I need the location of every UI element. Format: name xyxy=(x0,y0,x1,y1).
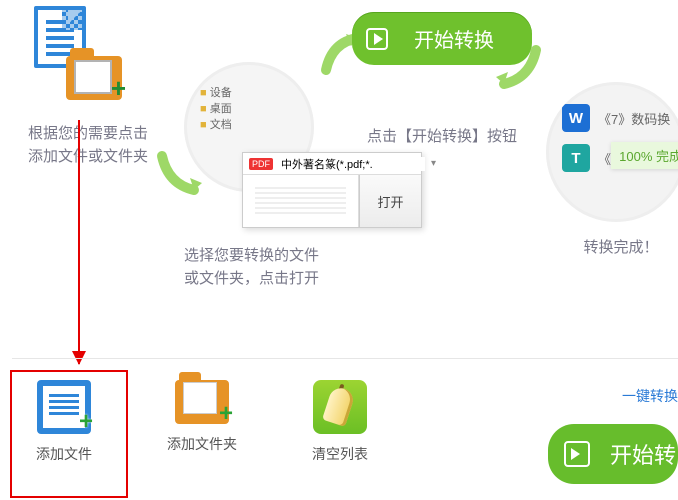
open-dialog: PDF ▾ 打开 xyxy=(242,152,422,228)
clear-list-label: 清空列表 xyxy=(296,444,384,464)
one-key-convert-link[interactable]: 一键转换 xyxy=(548,386,678,406)
start-convert-button[interactable]: 开始转 xyxy=(548,424,678,484)
add-folder-icon: + xyxy=(175,380,229,424)
pdf-icon: PDF xyxy=(249,158,273,170)
step-2-caption: 选择您要转换的文件 或文件夹，点击打开 xyxy=(184,244,348,291)
text-icon: T xyxy=(562,144,590,172)
step-1-caption: 根据您的需要点击 添加文件或文件夹 xyxy=(28,122,168,169)
result-preview: W 《7》数码换 T 《7》 100% 完成 xyxy=(546,82,678,222)
start-convert-label: 开始转 xyxy=(610,443,676,468)
step-4: W 《7》数码换 T 《7》 100% 完成 转换完成！ xyxy=(546,82,678,259)
step-2: 设备桌面文档 PDF ▾ 打开 选择您要转换的文件 或文件夹，点击打开 xyxy=(184,62,348,291)
arrow-icon xyxy=(496,44,542,90)
open-button[interactable]: 打开 xyxy=(359,175,421,227)
add-folder-label: 添加文件夹 xyxy=(158,434,246,454)
add-folder-button[interactable]: + 添加文件夹 xyxy=(158,380,246,454)
clear-list-button[interactable]: 清空列表 xyxy=(296,380,384,464)
add-file-label: 添加文件 xyxy=(20,444,108,464)
broom-icon xyxy=(313,380,367,434)
filename-field[interactable] xyxy=(279,157,425,171)
progress-tag: 100% 完成 xyxy=(611,142,678,169)
doc-file-icon: + + xyxy=(28,6,102,88)
add-file-icon: + xyxy=(37,380,91,434)
folder-icon: + xyxy=(66,56,122,100)
bottom-toolbar: + 添加文件 + 添加文件夹 清空列表 一键转换 开始转 xyxy=(0,380,678,484)
play-icon xyxy=(366,28,388,50)
divider xyxy=(12,358,678,359)
red-arrow-indicator xyxy=(78,120,80,364)
step-1: + + 根据您的需要点击 添加文件或文件夹 xyxy=(28,6,168,169)
step-4-caption: 转换完成！ xyxy=(546,236,678,259)
start-convert-label: 开始转换 xyxy=(414,30,494,52)
word-icon: W xyxy=(562,104,590,132)
add-file-button[interactable]: + 添加文件 xyxy=(20,380,108,464)
result-file-1: 《7》数码换 xyxy=(598,109,670,128)
guide-steps: + + 根据您的需要点击 添加文件或文件夹 设备桌面文档 PDF ▾ 打开 xyxy=(0,0,678,260)
step-3-caption: 点击【开始转换】按钮 xyxy=(352,125,532,148)
